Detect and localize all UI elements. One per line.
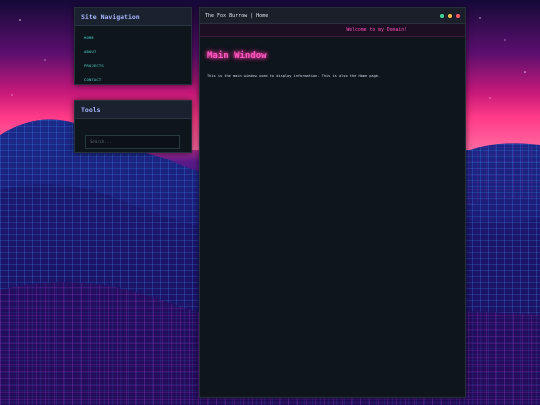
window-control-green-dot-icon[interactable] bbox=[440, 13, 444, 18]
window-control-yellow-dot-icon[interactable] bbox=[448, 13, 452, 18]
nav-link-about[interactable]: ABOUT bbox=[84, 49, 96, 54]
main-window: The Fox Burrow | Home Welcome to my Doma… bbox=[199, 7, 466, 398]
nav-item-about[interactable]: ABOUT bbox=[84, 44, 182, 58]
tools-header: Tools bbox=[75, 101, 191, 119]
main-heading: Main Window bbox=[207, 51, 267, 61]
window-body: Main Window This is the main window used… bbox=[200, 37, 465, 92]
window-controls bbox=[440, 13, 460, 18]
tools-panel: Tools bbox=[74, 100, 192, 153]
nav-link-contact[interactable]: CONTACT bbox=[84, 77, 101, 82]
welcome-text: Welcome to my Domain! bbox=[346, 27, 407, 33]
nav-link-home[interactable]: HOME bbox=[84, 35, 94, 40]
tools-title: Tools bbox=[81, 105, 101, 114]
welcome-banner: Welcome to my Domain! bbox=[200, 24, 465, 37]
window-title: The Fox Burrow | Home bbox=[205, 12, 269, 19]
nav-item-home[interactable]: HOME bbox=[84, 30, 182, 44]
site-navigation-header: Site Navigation bbox=[75, 8, 191, 26]
window-titlebar[interactable]: The Fox Burrow | Home bbox=[200, 8, 465, 24]
nav-item-projects[interactable]: PROJECTS bbox=[84, 58, 182, 72]
search-wrap bbox=[75, 119, 191, 158]
site-navigation-title: Site Navigation bbox=[81, 12, 140, 21]
nav-link-projects[interactable]: PROJECTS bbox=[84, 63, 104, 68]
nav-item-contact[interactable]: CONTACT bbox=[84, 72, 182, 86]
main-text: This is the main window used to display … bbox=[207, 74, 381, 78]
search-input[interactable] bbox=[85, 134, 180, 149]
window-control-red-dot-icon[interactable] bbox=[456, 13, 460, 18]
nav-list: HOME ABOUT PROJECTS CONTACT bbox=[75, 26, 191, 90]
site-navigation-panel: Site Navigation HOME ABOUT PROJECTS CONT… bbox=[74, 7, 192, 85]
